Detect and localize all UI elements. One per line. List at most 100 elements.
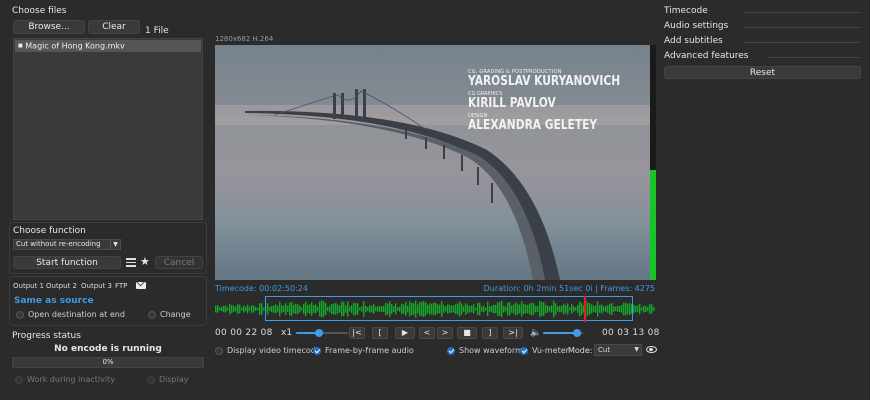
waveform-sample <box>641 307 643 311</box>
volume-slider-knob[interactable] <box>573 329 581 337</box>
waveform-sample <box>253 305 255 313</box>
duration-readout: Duration: 0h 2min 51sec 0i | Frames: 427… <box>483 284 655 293</box>
work-inactivity-checkbox[interactable]: Work during inactivity <box>15 375 115 384</box>
go-start-button[interactable]: |< <box>349 327 365 339</box>
waveform-sample <box>261 303 263 315</box>
mark-out-button[interactable]: ] <box>482 327 498 339</box>
section-divider <box>744 27 860 28</box>
browse-button[interactable]: Browse... <box>13 20 85 34</box>
speed-slider[interactable] <box>296 329 348 337</box>
waveform-sample <box>651 304 653 314</box>
waveform-sample <box>235 306 237 312</box>
work-inactivity-label: Work during inactivity <box>27 375 115 384</box>
eye-icon[interactable] <box>646 346 657 353</box>
star-icon[interactable]: ★ <box>140 255 150 268</box>
volume-slider[interactable] <box>543 329 583 337</box>
timeline-waveform[interactable] <box>215 296 655 322</box>
file-name: Magic of Hong Kong.mkv <box>25 41 125 51</box>
waveform-sample <box>643 305 645 313</box>
display-timecode-checkbox[interactable]: Display video timecode <box>215 346 321 355</box>
open-destination-checkbox[interactable]: Open destination at end <box>16 310 125 319</box>
waveform-sample <box>233 305 235 313</box>
current-time: 00 00 22 08 <box>215 328 273 338</box>
video-preview[interactable]: CG, GRADING & POSTPRODUCTION YAROSLAV KU… <box>215 45 655 280</box>
start-function-button[interactable]: Start function <box>13 256 121 269</box>
reset-button[interactable]: Reset <box>664 66 861 79</box>
waveform-sample <box>633 304 635 314</box>
waveform-sample <box>239 304 241 314</box>
output-tab-3[interactable]: Output 3 <box>81 282 112 290</box>
section-divider <box>744 42 860 43</box>
section-add-subtitles[interactable]: Add subtitles <box>664 36 860 50</box>
choose-function-title: Choose function <box>13 226 86 236</box>
playhead-marker[interactable] <box>584 296 586 322</box>
waveform-sample <box>653 306 655 312</box>
waveform-sample <box>251 305 253 313</box>
waveform-sample <box>217 305 219 313</box>
section-audio-settings[interactable]: Audio settings <box>664 21 860 35</box>
file-count: 1 File <box>145 26 169 36</box>
progress-title: Progress status <box>12 331 81 341</box>
waveform-sample <box>257 307 259 311</box>
credit-name-2: KIRILL PAVLOV <box>468 96 556 111</box>
mail-icon[interactable] <box>136 282 146 289</box>
chevron-down-icon: ▼ <box>634 346 639 353</box>
waveform-sample <box>219 307 221 311</box>
waveform-sample <box>645 305 647 313</box>
play-button[interactable]: ▶ <box>395 327 415 339</box>
change-label: Change <box>160 310 191 319</box>
frame-audio-check-icon <box>313 346 321 355</box>
file-list-item[interactable]: ■ Magic of Hong Kong.mkv <box>15 40 201 52</box>
prev-frame-button[interactable]: < <box>419 327 435 339</box>
section-timecode[interactable]: Timecode <box>664 6 860 20</box>
function-select[interactable]: Cut without re-encoding ▼ <box>13 239 121 250</box>
mode-select[interactable]: Cut ▼ <box>594 344 642 356</box>
next-frame-button[interactable]: > <box>437 327 453 339</box>
selection-range[interactable] <box>265 296 633 321</box>
choose-files-title: Choose files <box>12 6 67 16</box>
credit-name-1: YAROSLAV KURYANOVICH <box>468 74 621 89</box>
function-select-value: Cut without re-encoding <box>16 240 101 248</box>
file-list[interactable]: ■ Magic of Hong Kong.mkv <box>13 38 203 220</box>
go-end-button[interactable]: >| <box>503 327 523 339</box>
waveform-sample <box>225 305 227 313</box>
show-waveform-check-icon <box>447 346 455 355</box>
vu-meter-label: Vu-meter <box>532 346 569 355</box>
volume-icon[interactable]: 🔈 <box>530 328 541 338</box>
mark-in-button[interactable]: [ <box>372 327 388 339</box>
waveform-sample <box>237 304 239 314</box>
mode-label: Mode: <box>568 346 593 355</box>
waveform-sample <box>215 305 217 313</box>
vu-meter <box>650 45 656 280</box>
output-tab-2[interactable]: Output 2 <box>46 282 77 290</box>
frame-audio-label: Frame-by-frame audio <box>325 346 414 355</box>
display-timecode-label: Display video timecode <box>227 346 321 355</box>
output-tab-1[interactable]: Output 1 <box>13 282 44 290</box>
section-advanced-features[interactable]: Advanced features <box>664 51 860 65</box>
destination-label: Same as source <box>14 296 94 306</box>
end-time: 00 03 13 08 <box>602 328 660 338</box>
waveform-sample <box>241 307 243 311</box>
section-divider <box>768 57 860 58</box>
waveform-sample <box>247 304 249 314</box>
list-icon[interactable] <box>126 258 136 267</box>
waveform-sample <box>639 303 641 315</box>
stop-button[interactable]: ■ <box>457 327 477 339</box>
volume-slider-fill <box>543 332 577 334</box>
display-timecode-check-icon <box>215 346 223 355</box>
vu-meter-checkbox[interactable]: Vu-meter <box>520 346 569 355</box>
speed-label: x1 <box>281 328 293 338</box>
section-divider <box>744 12 860 13</box>
change-destination-checkbox[interactable]: Change <box>148 310 191 319</box>
progress-bar: 0% <box>12 357 204 368</box>
speed-slider-knob[interactable] <box>315 329 324 337</box>
display-checkbox[interactable]: Display <box>147 375 189 384</box>
show-waveform-checkbox[interactable]: Show waveform <box>447 346 523 355</box>
output-panel: Output 1 Output 2 Output 3 FTP Same as s… <box>9 276 207 326</box>
progress-panel: Progress status No encode is running 0% … <box>9 328 207 390</box>
output-tab-ftp[interactable]: FTP <box>115 282 127 290</box>
cancel-button[interactable]: Cancel <box>155 256 203 269</box>
clear-button[interactable]: Clear <box>88 20 140 34</box>
frame-audio-checkbox[interactable]: Frame-by-frame audio <box>313 346 414 355</box>
waveform-sample <box>255 307 257 311</box>
